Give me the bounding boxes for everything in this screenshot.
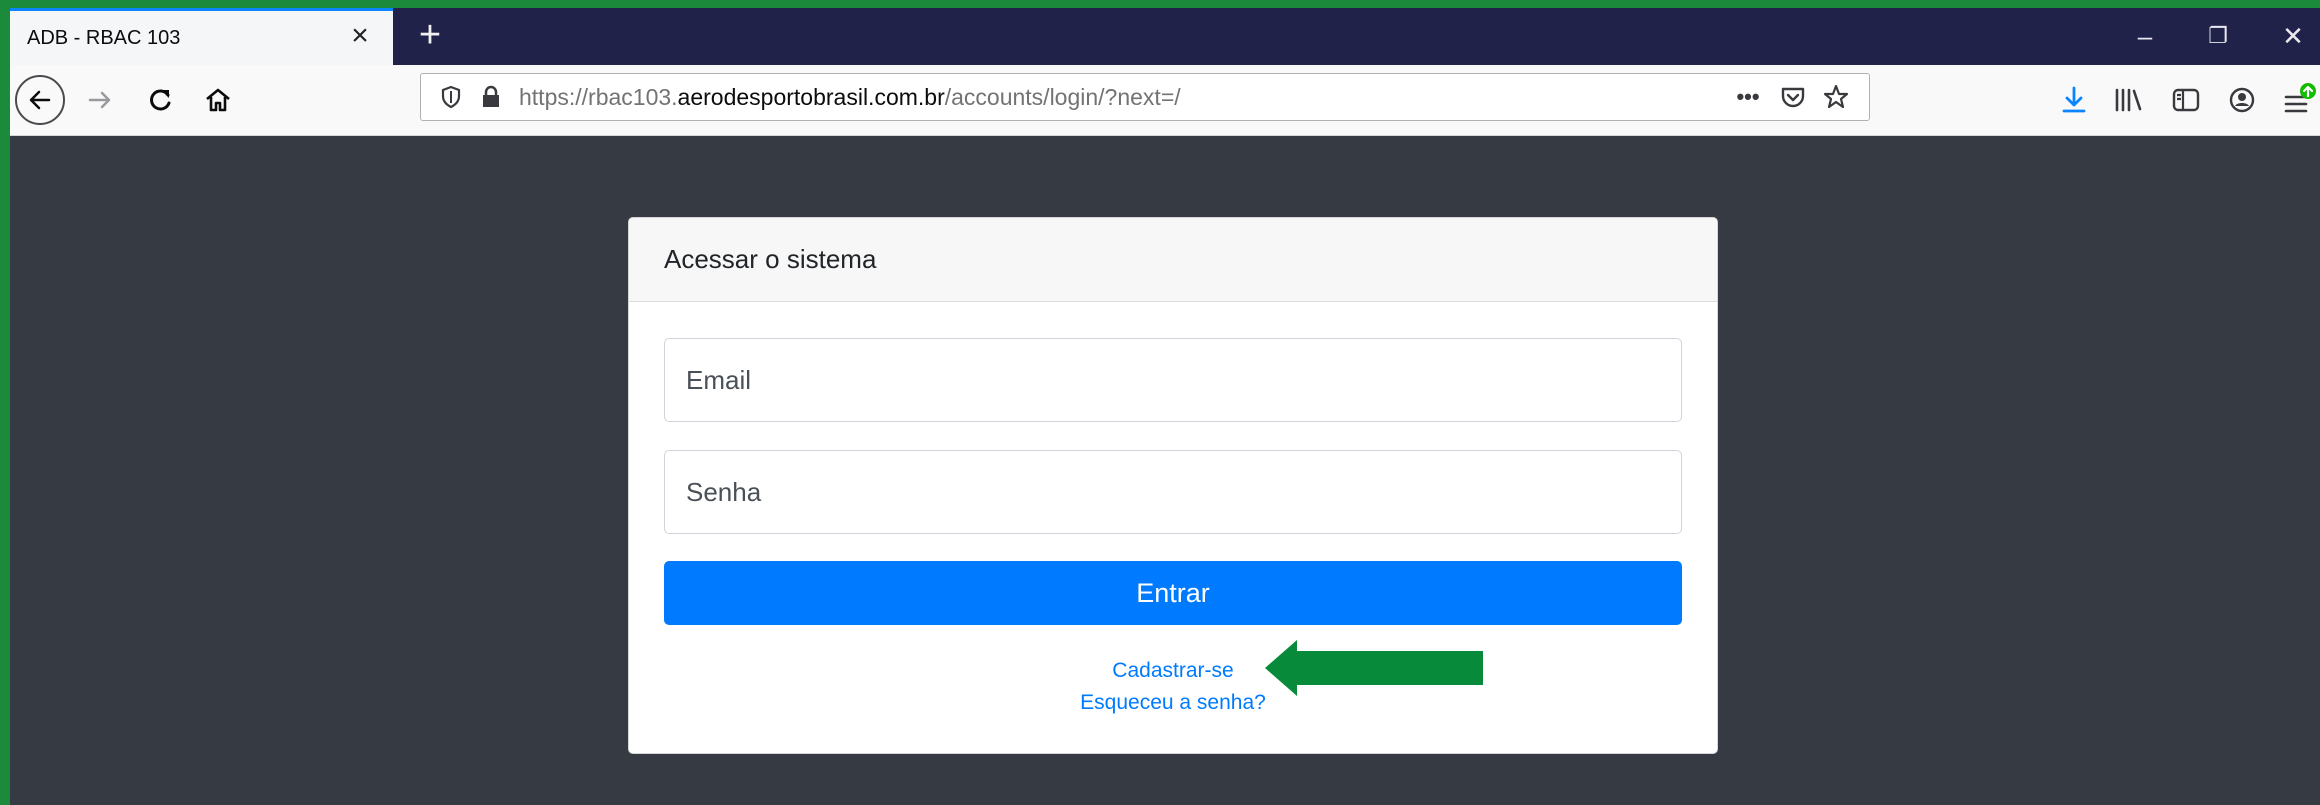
tab-active[interactable]: ADB - RBAC 103 × [10,8,393,65]
url-domain: aerodesportobrasil.com.br [677,84,945,110]
forward-icon [88,91,111,109]
menu-icon[interactable] [2282,82,2316,118]
shield-icon[interactable] [436,82,466,112]
home-button[interactable] [193,75,243,125]
account-icon[interactable] [2224,82,2260,118]
home-icon [206,88,230,112]
back-icon [15,75,65,125]
url-bar[interactable]: https://rbac103.aerodesportobrasil.com.b… [420,73,1870,121]
email-placeholder: Email [686,364,752,395]
url-text[interactable]: https://rbac103.aerodesportobrasil.com.b… [519,74,1181,120]
lock-icon[interactable] [476,82,506,112]
download-icon[interactable] [2056,82,2092,118]
forward-button[interactable] [76,75,126,125]
tab-close-button[interactable]: × [345,21,375,51]
password-field[interactable]: Senha [664,450,1682,534]
bookmark-star-icon[interactable] [1821,82,1851,112]
login-card: Acessar o sistema Email Senha Entrar Cad… [628,217,1718,754]
email-field[interactable]: Email [664,338,1682,422]
back-button[interactable] [15,75,65,125]
maximize-button[interactable]: ❐ [2193,18,2243,54]
minimize-button[interactable]: – [2120,18,2170,54]
card-header: Acessar o sistema [629,218,1717,302]
reload-icon [150,89,171,111]
forgot-password-link[interactable]: Esqueceu a senha? [629,691,1717,715]
page-actions-icon[interactable]: ••• [1731,82,1765,112]
annotation-arrow [1265,640,1483,696]
close-window-button[interactable]: ✕ [2268,18,2318,54]
url-path: /accounts/login/?next=/ [944,84,1181,110]
password-placeholder: Senha [686,476,762,507]
tab-title: ADB - RBAC 103 [27,26,181,49]
navigation-toolbar: https://rbac103.aerodesportobrasil.com.b… [10,65,2320,136]
login-button[interactable]: Entrar [664,561,1682,625]
tab-bar: ADB - RBAC 103 × + – ❐ ✕ [10,8,2320,65]
card-title: Acessar o sistema [664,244,877,274]
reload-button[interactable] [135,75,185,125]
new-tab-button[interactable]: + [410,15,450,55]
library-icon[interactable] [2110,82,2146,118]
pocket-icon[interactable] [1778,82,1808,112]
url-prefix: https://rbac103. [519,84,678,110]
sidebar-icon[interactable] [2168,82,2204,118]
register-link[interactable]: Cadastrar-se [629,659,1717,683]
